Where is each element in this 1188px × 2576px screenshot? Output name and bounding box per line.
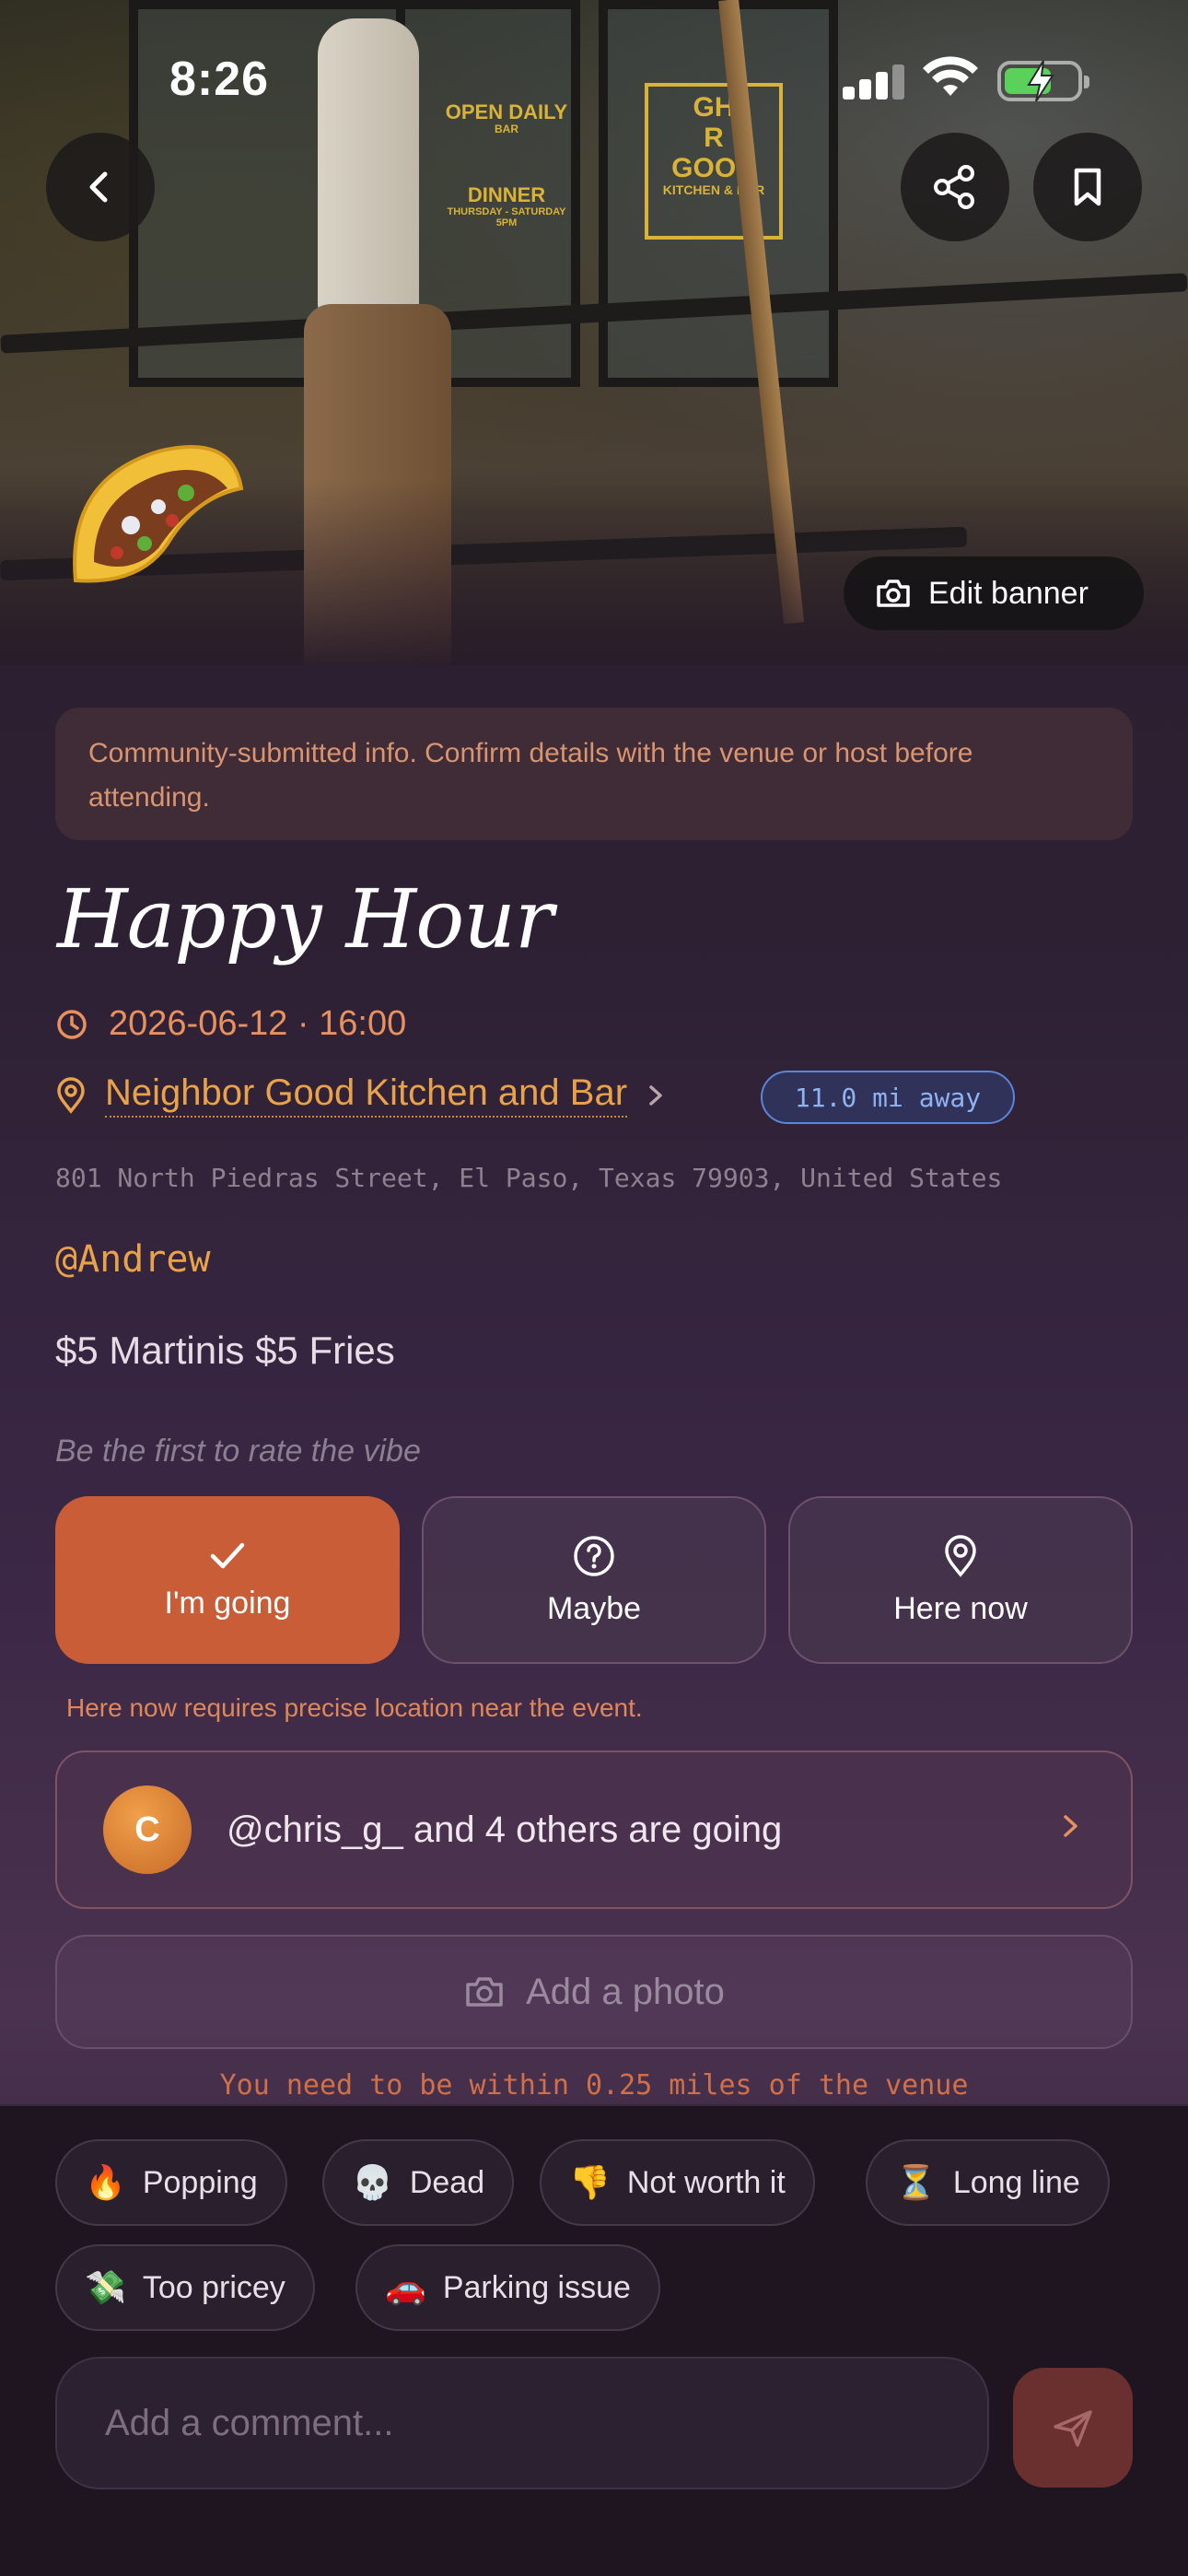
vibe-chip-label: Too pricey [142, 2269, 285, 2305]
event-banner-image: OPEN DAILY BAR DINNER THURSDAY - SATURDA… [0, 0, 1188, 665]
maybe-label: Maybe [546, 1590, 642, 1626]
hourglass-icon: ⏳ [895, 2164, 937, 2202]
comment-field[interactable] [55, 2357, 989, 2489]
car-icon: 🚗 [385, 2269, 426, 2307]
send-icon [1054, 2410, 1092, 2447]
chevron-left-icon [89, 171, 108, 203]
maybe-button[interactable]: Maybe [422, 1496, 766, 1664]
attendees-card[interactable]: C @chris_g_ and 4 others are going [55, 1751, 1133, 1909]
chevron-right-icon [649, 1084, 662, 1106]
venue-name: Neighbor Good Kitchen and Bar [105, 1072, 628, 1118]
map-pin-icon [945, 1534, 976, 1577]
vibe-chip-label: Dead [409, 2164, 485, 2200]
vibe-chip-long-line[interactable]: ⏳ Long line [866, 2139, 1110, 2226]
send-comment-button[interactable] [1013, 2368, 1133, 2488]
vibe-chip-popping[interactable]: 🔥 Popping [55, 2139, 287, 2226]
event-title: Happy Hour [57, 872, 553, 966]
event-detail-screen: OPEN DAILY BAR DINNER THURSDAY - SATURDA… [0, 0, 1188, 2576]
wifi-icon [923, 56, 978, 96]
vibe-chip-too-pricey[interactable]: 💸 Too pricey [55, 2244, 315, 2331]
edit-banner-label: Edit banner [928, 575, 1089, 611]
add-photo-button[interactable]: Add a photo [55, 1935, 1133, 2049]
add-photo-label: Add a photo [526, 1971, 725, 2012]
vibe-chip-label: Not worth it [626, 2164, 786, 2200]
vibe-chip-label: Parking issue [442, 2269, 631, 2305]
vibe-chip-dead[interactable]: 💀 Dead [322, 2139, 515, 2226]
cellular-signal-icon [843, 63, 907, 100]
community-info-notice: Community-submitted info. Confirm detail… [55, 708, 1133, 840]
vibe-chip-label: Long line [952, 2164, 1080, 2200]
event-datetime: 2026-06-12 · 16:00 [55, 1004, 406, 1044]
thumbs-down-icon: 👎 [569, 2164, 611, 2202]
back-button[interactable] [46, 133, 155, 241]
vibe-chip-not-worth-it[interactable]: 👎 Not worth it [540, 2139, 815, 2226]
taco-icon [73, 445, 244, 583]
avatar: C [103, 1786, 192, 1874]
fire-icon: 🔥 [85, 2164, 126, 2202]
camera-icon [877, 580, 910, 607]
vibe-rating-prompt: Be the first to rate the vibe [55, 1434, 421, 1469]
skull-icon: 💀 [352, 2164, 393, 2202]
vibe-chip-parking-issue[interactable]: 🚗 Parking issue [355, 2244, 660, 2331]
checkmark-icon [210, 1542, 245, 1568]
clock-icon [57, 1009, 87, 1039]
here-now-requirement-note: Here now requires precise location near … [66, 1693, 643, 1722]
edit-banner-button[interactable]: Edit banner [844, 556, 1144, 630]
map-pin-icon [57, 1076, 85, 1114]
camera-icon [466, 1977, 503, 2007]
venue-link[interactable]: Neighbor Good Kitchen and Bar [55, 1072, 666, 1118]
here-now-button[interactable]: Here now [788, 1496, 1133, 1664]
host-handle[interactable]: @Andrew [55, 1238, 211, 1281]
status-bar: 8:26 [0, 0, 1188, 147]
battery-charging-icon [997, 61, 1089, 101]
attendees-summary: @chris_g_ and 4 others are going [227, 1809, 783, 1850]
notice-text: Community-submitted info. Confirm detail… [88, 738, 973, 813]
bookmark-icon [1074, 168, 1101, 206]
bookmark-button[interactable] [1033, 133, 1142, 241]
question-circle-icon [574, 1535, 614, 1576]
status-time: 8:26 [169, 53, 270, 106]
going-button[interactable]: I'm going [55, 1496, 400, 1664]
distance-badge: 11.0 mi away [761, 1071, 1015, 1124]
banner-sign-dinner: DINNER THURSDAY - SATURDAY 5PM [447, 183, 566, 229]
going-label: I'm going [164, 1585, 291, 1621]
money-wings-icon: 💸 [85, 2269, 126, 2307]
share-icon [934, 165, 974, 209]
vibe-chip-label: Popping [142, 2164, 258, 2200]
venue-address: 801 North Piedras Street, El Paso, Texas… [55, 1163, 1003, 1193]
here-now-label: Here now [893, 1590, 1028, 1626]
datetime-text: 2026-06-12 · 16:00 [109, 1004, 407, 1043]
photo-proximity-warning: You need to be within 0.25 miles of the … [219, 2069, 969, 2102]
event-description: $5 Martinis $5 Fries [55, 1329, 395, 1372]
comment-input[interactable] [105, 2402, 987, 2444]
chevron-right-icon [1064, 1815, 1077, 1837]
share-button[interactable] [901, 133, 1009, 241]
